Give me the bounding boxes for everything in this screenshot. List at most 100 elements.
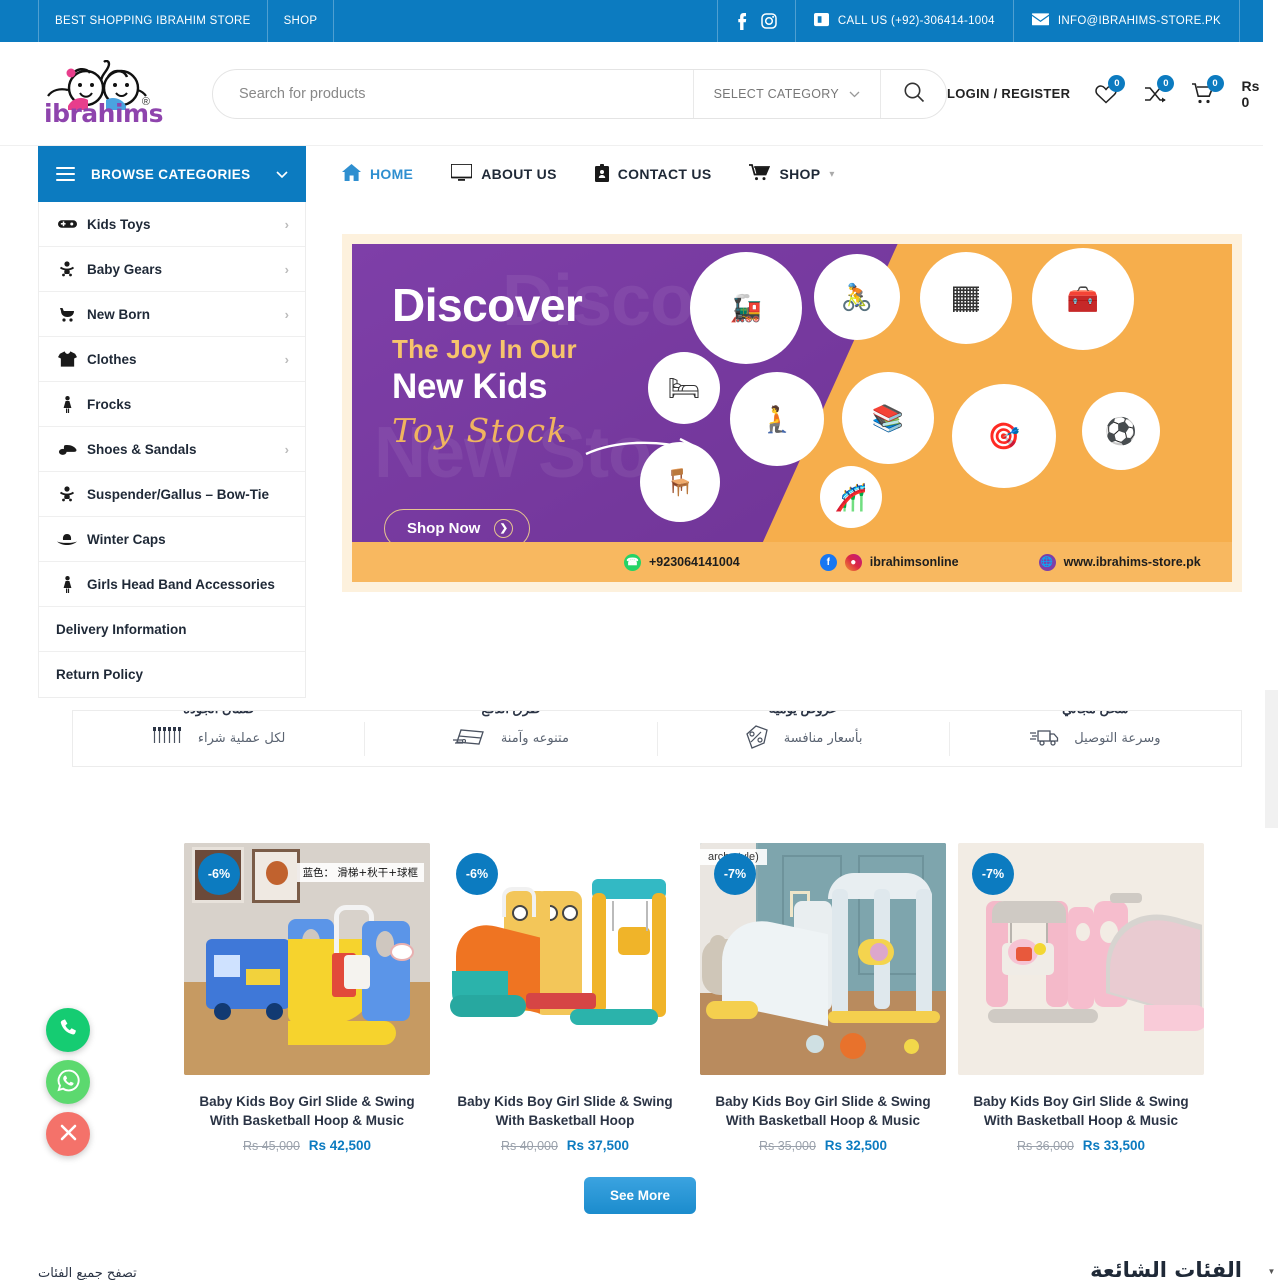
product-title[interactable]: Baby Kids Boy Girl Slide & Swing With Ba…: [700, 1092, 946, 1130]
chevron-down-icon: [276, 167, 288, 182]
product-title[interactable]: Baby Kids Boy Girl Slide & Swing With Ba…: [958, 1092, 1204, 1130]
nav-item-shop[interactable]: SHOP ▾: [749, 164, 834, 184]
nav-label: HOME: [370, 166, 414, 182]
product-title[interactable]: Baby Kids Boy Girl Slide & Swing With Ba…: [184, 1092, 430, 1130]
popular-categories-title: الفئات الشائعة: [1090, 1258, 1242, 1280]
facebook-icon: f: [819, 553, 837, 571]
product-title[interactable]: Baby Kids Boy Girl Slide & Swing With Ba…: [442, 1092, 688, 1130]
sidebar-item-label: Frocks: [87, 396, 132, 412]
search-input[interactable]: [213, 69, 693, 118]
phone-call-button[interactable]: [46, 1008, 90, 1052]
feature-text: بأسعار منافسة: [783, 731, 863, 746]
discount-badge: -6%: [456, 853, 498, 895]
bubble-kids-tricycle: 🚴: [814, 254, 900, 340]
banner-social-handle[interactable]: f ● ibrahimsonline: [819, 553, 959, 571]
baby-icon: [56, 261, 78, 277]
product-card[interactable]: 蓝色： 滑梯+秋干+球框 -6% Baby Kids Boy Girl Slid…: [184, 843, 430, 1153]
hero-banner-inner: Discover New Sto 🚂 🚴 🏾 🧰 🛏 🧎 📚 🎯 ⚽ 🪑 🎢 D…: [352, 244, 1232, 582]
topbar-link-shop[interactable]: SHOP: [266, 0, 335, 42]
category-select[interactable]: SELECT CATEGORY: [692, 69, 880, 118]
sidebar-item-winter-caps[interactable]: Winter Caps: [39, 517, 305, 562]
sidebar-item-suspender-gallus-bow-tie[interactable]: Suspender/Gallus – Bow-Tie: [39, 472, 305, 517]
product-old-price: Rs 35,000: [758, 1139, 816, 1154]
category-list: Kids Toys › Baby Gears › New Born › Clot…: [38, 202, 306, 698]
instagram-icon[interactable]: [761, 13, 777, 29]
product-card[interactable]: -6% Baby Kids Boy Girl Slide & Swing Wit…: [442, 843, 688, 1153]
browse-all-categories-link[interactable]: تصفح جميع الفئات: [38, 1266, 137, 1280]
dress-icon: [56, 575, 78, 593]
product-card[interactable]: arch style) -7% Baby Kids Boy Girl Slide…: [700, 843, 946, 1153]
close-icon: [58, 1122, 79, 1146]
facebook-icon[interactable]: [736, 12, 747, 30]
close-button[interactable]: [46, 1112, 90, 1156]
product-image-white-blue-slide-teddy[interactable]: arch style) -7%: [700, 843, 946, 1075]
sidebar-item-delivery-information[interactable]: Delivery Information: [39, 607, 305, 652]
sidebar-item-label: Suspender/Gallus – Bow-Tie: [87, 486, 270, 502]
whatsapp-button[interactable]: [46, 1060, 90, 1104]
cart-button[interactable]: 0: [1190, 74, 1224, 109]
registered-mark-icon: ®: [141, 95, 150, 108]
wishlist-button[interactable]: 0: [1092, 74, 1126, 109]
barcode-icon: [152, 727, 184, 750]
hero-line-4: Toy Stock: [392, 410, 569, 450]
product-price: Rs 40,000 Rs 37,500: [442, 1138, 688, 1153]
nav-label: SHOP: [779, 166, 821, 182]
bubble-toy-gun: 🎯: [952, 384, 1056, 488]
category-sidebar: BROWSE CATEGORIES Kids Toys › Baby Gears…: [38, 146, 306, 698]
email-contact[interactable]: INFO@IBRAHIMS-STORE.PK: [1012, 0, 1240, 42]
product-image-overlay-text: 蓝色： 滑梯+秋干+球框: [296, 863, 424, 882]
page-scrollbar[interactable]: ▼: [1263, 0, 1280, 1280]
search-button[interactable]: [880, 69, 946, 118]
email-text: INFO@IBRAHIMS-STORE.PK: [1057, 15, 1221, 27]
sidebar-item-baby-gears[interactable]: Baby Gears ›: [39, 247, 305, 292]
dress-icon: [56, 395, 78, 413]
login-register-link[interactable]: LOGIN / REGISTER: [947, 86, 1070, 101]
page-body: BROWSE CATEGORIES Kids Toys › Baby Gears…: [0, 146, 1280, 698]
phone-contact[interactable]: CALL US (+92)-306414-1004: [794, 0, 1013, 42]
compare-button[interactable]: 0: [1141, 74, 1175, 109]
floating-action-buttons: [46, 1008, 90, 1156]
product-price: Rs 36,000 Rs 33,500: [958, 1138, 1204, 1153]
nav-label: CONTACT US: [617, 166, 712, 182]
product-image-blue-yellow-bus-slide[interactable]: 蓝色： 滑梯+秋干+球框 -6%: [184, 843, 430, 1075]
hero-banner[interactable]: Discover New Sto 🚂 🚴 🏾 🧰 🛏 🧎 📚 🎯 ⚽ 🪑 🎢 D…: [342, 234, 1242, 592]
sidebar-item-girls-head-band-accessories[interactable]: Girls Head Band Accessories: [39, 562, 305, 607]
whatsapp-icon: [56, 1068, 81, 1096]
instagram-icon: ●: [844, 553, 862, 571]
nav-item-home[interactable]: HOME: [342, 164, 413, 184]
feature-text: لكل عملية شراء: [197, 731, 286, 746]
wishlist-count-badge: 0: [1108, 74, 1126, 92]
bubble-kids-scooter-bike: 🏾: [920, 252, 1012, 344]
header-actions: LOGIN / REGISTER 0 0 0 Rs 0: [947, 74, 1268, 110]
discount-badge: -7%: [972, 853, 1014, 895]
banner-whatsapp-contact[interactable]: ☎ +923064141004: [624, 553, 740, 571]
product-image-yellow-teal-slide-swing[interactable]: -6%: [442, 843, 688, 1075]
sidebar-item-shoes-sandals[interactable]: Shoes & Sandals ›: [39, 427, 305, 472]
sidebar-item-new-born[interactable]: New Born ›: [39, 292, 305, 337]
site-logo[interactable]: ibrahims ®: [38, 58, 163, 130]
nav-item-contact-us[interactable]: CONTACT US: [594, 163, 712, 185]
sidebar-item-return-policy[interactable]: Return Policy: [39, 652, 305, 697]
sidebar-item-kids-toys[interactable]: Kids Toys ›: [39, 202, 305, 247]
banner-website[interactable]: 🌐 www.ibrahims-store.pk: [1038, 553, 1201, 571]
sidebar-item-clothes[interactable]: Clothes ›: [39, 337, 305, 382]
product-card[interactable]: -7% Baby Kids Boy Girl Slide & Swing Wit…: [958, 843, 1204, 1153]
topbar-link-store[interactable]: BEST SHOPPING IBRAHIM STORE: [38, 0, 267, 42]
nav-item-about-us[interactable]: ABOUT US: [450, 163, 557, 184]
hero-line-3: New Kids: [392, 366, 548, 406]
chevron-right-icon: ❯: [494, 519, 514, 538]
id-card-icon: [594, 163, 609, 185]
main-navigation: HOME ABOUT US CONTACT US SHOP ▾: [342, 146, 1242, 202]
discount-badge: -7%: [714, 853, 756, 895]
globe-icon: 🌐: [1038, 553, 1056, 571]
cart-icon: [749, 164, 771, 184]
chevron-right-icon: ›: [284, 306, 289, 322]
sidebar-item-frocks[interactable]: Frocks: [39, 382, 305, 427]
see-more-button[interactable]: See More: [583, 1177, 697, 1215]
discount-tag-icon: [744, 725, 770, 752]
scroll-down-arrow-icon[interactable]: ▼: [1265, 1264, 1278, 1278]
monitor-icon: [450, 163, 474, 184]
product-image-pink-slide-swing[interactable]: -7%: [958, 843, 1204, 1075]
scrollbar-thumb[interactable]: [1265, 690, 1278, 828]
browse-categories-toggle[interactable]: BROWSE CATEGORIES: [38, 146, 306, 202]
